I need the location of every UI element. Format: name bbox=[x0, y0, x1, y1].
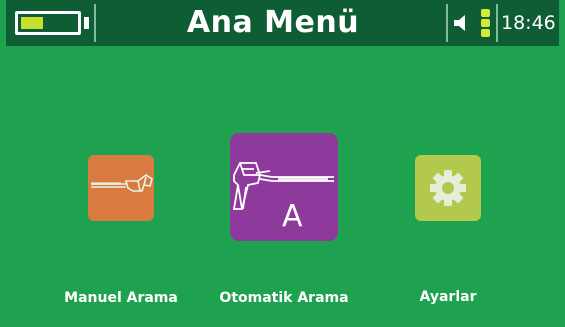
divider bbox=[496, 4, 498, 42]
signal-segment bbox=[481, 19, 490, 27]
detector-icon bbox=[91, 174, 153, 192]
detector-auto-icon: A bbox=[232, 162, 334, 234]
signal-segment bbox=[481, 9, 490, 17]
otomatik-arama-button[interactable]: A bbox=[230, 133, 338, 241]
gear-icon bbox=[430, 170, 466, 206]
signal-level-icon bbox=[481, 9, 490, 37]
screen: Ana Menü 18:46 Manuel Arama A Otomatik A… bbox=[6, 0, 559, 327]
battery-level bbox=[21, 17, 43, 29]
otomatik-arama-label[interactable]: Otomatik Arama bbox=[216, 290, 352, 306]
top-bar: Ana Menü 18:46 bbox=[6, 0, 559, 46]
divider bbox=[94, 4, 96, 42]
ayarlar-button[interactable] bbox=[415, 155, 481, 221]
speaker-icon[interactable] bbox=[452, 13, 472, 33]
battery-tip bbox=[84, 17, 89, 29]
page-title: Ana Menü bbox=[186, 5, 360, 40]
ayarlar-label[interactable]: Ayarlar bbox=[388, 289, 508, 305]
battery-icon bbox=[15, 11, 81, 35]
auto-badge: A bbox=[282, 199, 303, 234]
clock: 18:46 bbox=[501, 12, 556, 34]
manuel-arama-label[interactable]: Manuel Arama bbox=[60, 290, 182, 306]
manuel-arama-button[interactable] bbox=[88, 155, 154, 221]
divider bbox=[446, 4, 448, 42]
signal-segment bbox=[481, 29, 490, 37]
